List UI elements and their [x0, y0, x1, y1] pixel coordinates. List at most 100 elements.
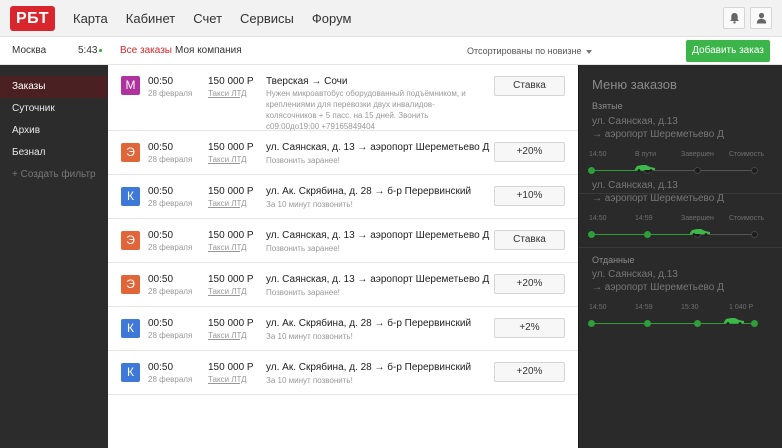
order-action-button[interactable]: Ставка [494, 76, 565, 96]
order-action-button[interactable]: +2% [494, 318, 565, 338]
notifications-button[interactable] [723, 7, 745, 29]
order-badge: М [121, 76, 140, 95]
clock-time: 5:43 [78, 45, 98, 56]
track-route-from: ул. Саянская, д.13 [592, 269, 678, 280]
car-icon [724, 318, 744, 325]
order-badge: К [121, 319, 140, 338]
track-step-dot [644, 320, 651, 327]
order-row[interactable]: К 00:50 28 февраля 150 000 Р Такси ЛТД у… [108, 351, 578, 395]
track-step-dot [751, 231, 758, 238]
divider [579, 247, 782, 248]
logo[interactable]: РБТ [10, 6, 55, 31]
track-route-to: → аэропорт Шереметьево Д [592, 193, 724, 204]
order-route: Тверская → Сочи [266, 76, 348, 87]
order-note: За 10 минут позвонить! [266, 332, 353, 341]
orders-menu-panel: Меню заказов Взятые ул. Саянская, д.13 →… [578, 65, 782, 448]
order-company[interactable]: Такси ЛТД [208, 243, 247, 252]
track-step-dot [588, 320, 595, 327]
order-company[interactable]: Такси ЛТД [208, 287, 247, 296]
add-order-button[interactable]: Добавить заказ [686, 40, 770, 62]
order-track[interactable]: ул. Саянская, д.13 → аэропорт Шереметьев… [579, 115, 782, 177]
order-action-button[interactable]: Ставка [494, 230, 565, 250]
track-step-dot [694, 320, 701, 327]
order-route: ул. Ак. Скрябина, д. 28 → б-р Перервинск… [266, 362, 472, 373]
sidebar-item-archive[interactable]: Архив [0, 120, 108, 142]
nav-item-cabinet[interactable]: Кабинет [126, 0, 175, 37]
order-action-button[interactable]: +20% [494, 142, 565, 162]
top-bar: РБТ Карта Кабинет Счет Сервисы Форум [0, 0, 782, 37]
track-step-label: 14:50 [589, 151, 607, 158]
order-row[interactable]: К 00:50 28 февраля 150 000 Р Такси ЛТД у… [108, 307, 578, 351]
orders-list: М 00:50 28 февраля 150 000 Р Такси ЛТД Т… [108, 65, 578, 448]
order-row[interactable]: М 00:50 28 февраля 150 000 Р Такси ЛТД Т… [108, 65, 578, 131]
tab-my-company[interactable]: Моя компания [175, 45, 242, 56]
nav-item-account[interactable]: Счет [193, 0, 222, 37]
track-step-dot [751, 320, 758, 327]
order-time: 00:50 [148, 362, 174, 373]
nav-item-map[interactable]: Карта [73, 0, 108, 37]
sort-dropdown[interactable]: Отсортированы по новизне [467, 46, 592, 56]
track-route-to: → аэропорт Шереметьево Д [592, 129, 724, 140]
clock: 5:43 [78, 45, 103, 56]
order-time: 00:50 [148, 318, 174, 329]
track-step-label: 14:59 [635, 215, 653, 222]
order-action-button[interactable]: +20% [494, 274, 565, 294]
sidebar-item-cashless[interactable]: Безнал [0, 142, 108, 164]
order-track[interactable]: ул. Саянская, д.13 → аэропорт Шереметьев… [579, 268, 782, 330]
profile-button[interactable] [750, 7, 772, 29]
order-price: 150 000 Р [208, 318, 254, 329]
order-row[interactable]: Э 00:50 28 февраля 150 000 Р Такси ЛТД у… [108, 263, 578, 307]
order-route: ул. Ак. Скрябина, д. 28 → б-р Перервинск… [266, 186, 472, 197]
sub-bar: Москва 5:43 Все заказы Моя компания Отсо… [0, 37, 782, 65]
track-step-label: Завершен [681, 215, 714, 222]
order-company[interactable]: Такси ЛТД [208, 89, 247, 98]
track-step-dot [751, 167, 758, 174]
order-note: Позвонить заранее! [266, 244, 340, 253]
create-filter-link[interactable]: + Создать фильтр [0, 164, 108, 186]
order-track[interactable]: ул. Саянская, д.13 → аэропорт Шереметьев… [579, 179, 782, 241]
order-note: Позвонить заранее! [266, 288, 340, 297]
order-row[interactable]: К 00:50 28 февраля 150 000 Р Такси ЛТД у… [108, 175, 578, 219]
order-company[interactable]: Такси ЛТД [208, 199, 247, 208]
track-step-dot [588, 231, 595, 238]
order-note: Позвонить заранее! [266, 156, 340, 165]
order-route: ул. Саянская, д. 13 → аэропорт Шереметье… [266, 274, 490, 285]
order-row[interactable]: Э 00:50 28 февраля 150 000 Р Такси ЛТД у… [108, 131, 578, 175]
sidebar-item-daily[interactable]: Суточник [0, 98, 108, 120]
nav-item-services[interactable]: Сервисы [240, 0, 294, 37]
track-step-dot [588, 167, 595, 174]
order-date: 28 февраля [148, 331, 193, 340]
order-time: 00:50 [148, 274, 174, 285]
track-step-label: 14:50 [589, 215, 607, 222]
order-company[interactable]: Такси ЛТД [208, 331, 247, 340]
order-price: 150 000 Р [208, 186, 254, 197]
track-step-label: 1 040 Р [729, 304, 754, 311]
sort-label: Отсортированы по новизне [467, 46, 582, 56]
order-action-button[interactable]: +20% [494, 362, 565, 382]
taken-section-label: Взятые [592, 101, 623, 111]
order-company[interactable]: Такси ЛТД [208, 155, 247, 164]
city-label[interactable]: Москва [12, 45, 46, 56]
nav-item-forum[interactable]: Форум [312, 0, 352, 37]
chevron-down-icon [585, 49, 592, 54]
order-date: 28 февраля [148, 243, 193, 252]
main-nav: Карта Кабинет Счет Сервисы Форум [73, 0, 369, 37]
order-note: Нужен микроавтобус оборудованный подъёмн… [266, 89, 466, 131]
order-route: ул. Саянская, д. 13 → аэропорт Шереметье… [266, 230, 490, 241]
tab-all-orders[interactable]: Все заказы [120, 45, 172, 56]
order-note: За 10 минут позвонить! [266, 376, 353, 385]
order-row[interactable]: Э 00:50 28 февраля 150 000 Р Такси ЛТД у… [108, 219, 578, 263]
sidebar-item-orders[interactable]: Заказы [0, 76, 108, 98]
order-company[interactable]: Такси ЛТД [208, 375, 247, 384]
order-time: 00:50 [148, 186, 174, 197]
order-time: 00:50 [148, 142, 174, 153]
track-step-label: 15:30 [681, 304, 699, 311]
order-badge: К [121, 187, 140, 206]
track-step-label: Завершен [681, 151, 714, 158]
order-action-button[interactable]: +10% [494, 186, 565, 206]
order-date: 28 февраля [148, 287, 193, 296]
order-badge: Э [121, 231, 140, 250]
track-step-label: Стоимость [729, 151, 765, 158]
track-step-label: 14:50 [589, 304, 607, 311]
order-note: За 10 минут позвонить! [266, 200, 353, 209]
